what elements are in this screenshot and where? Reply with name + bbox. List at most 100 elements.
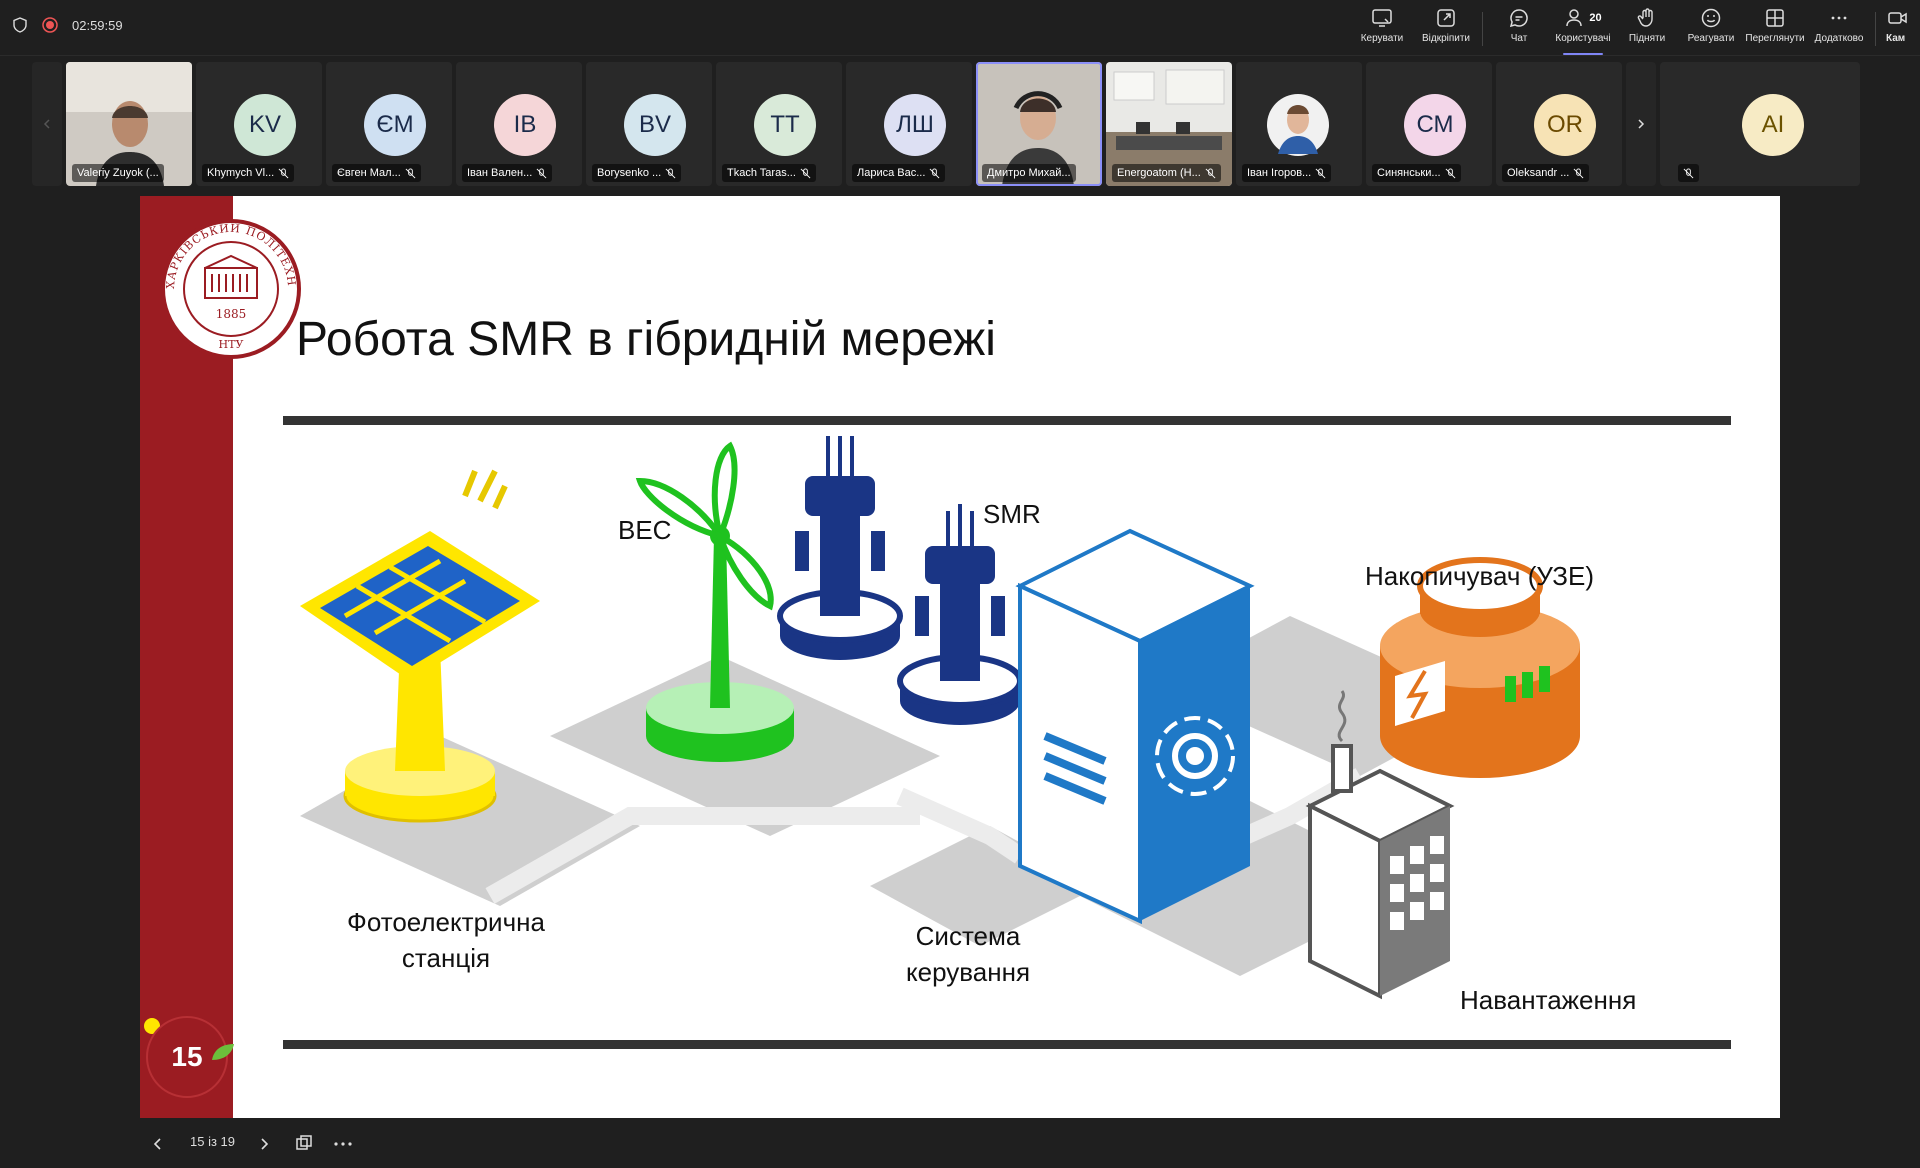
toolbar-divider — [1875, 12, 1876, 46]
mic-off-icon — [929, 167, 940, 178]
mic-off-icon — [1315, 167, 1326, 178]
raise-hand-button[interactable]: Підняти — [1615, 6, 1679, 52]
avatar: ЄМ — [364, 94, 426, 156]
participant-tile[interactable]: СМ Синянськи... — [1366, 62, 1492, 186]
label-solar: Фотоелектрична станція — [347, 907, 545, 973]
emoji-icon — [1701, 8, 1721, 28]
participant-tile[interactable]: KV Khymych Vl... — [196, 62, 322, 186]
more-icon[interactable] — [332, 1134, 354, 1154]
participant-name: Іван Ігоров... — [1242, 164, 1332, 182]
chevron-left-icon[interactable] — [150, 1136, 166, 1152]
avatar: ЛШ — [884, 94, 946, 156]
participant-name: Energoatom (Н... — [1112, 164, 1221, 182]
participant-tile[interactable]: Valeriy Zuyok (... — [66, 62, 192, 186]
shield-icon — [13, 17, 27, 33]
participant-name: Лариса Вас... — [852, 164, 946, 182]
more-icon — [1831, 16, 1847, 20]
people-icon — [1566, 9, 1583, 27]
avatar: OR — [1534, 94, 1596, 156]
people-button[interactable]: 20 Користувачі — [1551, 6, 1615, 55]
avatar: BV — [624, 94, 686, 156]
mic-off-icon — [278, 167, 289, 178]
recording-icon — [42, 17, 58, 33]
view-grid-icon — [1766, 9, 1784, 27]
presentation-controls: 15 із 19 — [0, 1118, 1920, 1168]
mic-off-icon — [1573, 167, 1584, 178]
participant-name: Іван Вален... — [462, 164, 553, 182]
more-button[interactable]: Додатково — [1807, 6, 1871, 52]
control-system-icon — [1015, 528, 1255, 925]
slide-divider-top — [283, 416, 1731, 425]
view-button[interactable]: Переглянути — [1743, 6, 1807, 52]
popout-button[interactable]: Відкріпити — [1414, 6, 1478, 52]
participants-count: 20 — [1589, 12, 1602, 24]
participant-tile[interactable]: ІВ Іван Вален... — [456, 62, 582, 186]
camera-button[interactable]: Кам — [1880, 6, 1920, 52]
wind-turbine-icon — [635, 441, 794, 762]
label-wind: ВЕС — [618, 515, 672, 545]
slides-grid-icon[interactable] — [294, 1134, 314, 1154]
share-button[interactable]: Керувати — [1350, 6, 1414, 52]
strip-next-button[interactable] — [1626, 62, 1656, 186]
participant-tile[interactable]: ЄМ Євген Мал... — [326, 62, 452, 186]
mic-off-icon — [1683, 167, 1694, 178]
participant-tile[interactable]: OR Oleksandr ... — [1496, 62, 1622, 186]
slide-title: Робота SMR в гібридній мережі — [296, 313, 996, 366]
label-smr: SMR — [983, 499, 1041, 529]
participant-tile[interactable]: ЛШ Лариса Вас... — [846, 62, 972, 186]
mic-off-icon — [1205, 167, 1216, 178]
label-load: Навантаження — [1460, 985, 1637, 1015]
popout-icon — [1437, 9, 1455, 27]
chevron-left-icon — [43, 119, 50, 129]
avatar: ІВ — [494, 94, 556, 156]
toolbar-actions: Керувати Відкріпити Чат 20 Користувачі П… — [1350, 6, 1920, 55]
participant-name: Valeriy Zuyok (... — [72, 164, 164, 182]
label-control-system: Система керування — [905, 921, 1031, 987]
participant-tile[interactable]: Іван Ігоров... — [1236, 62, 1362, 186]
mic-off-icon — [665, 167, 676, 178]
mic-off-icon — [536, 167, 547, 178]
toolbar-divider — [1482, 12, 1483, 46]
participant-name: Дмитро Михай... — [982, 164, 1076, 182]
slide-divider-bottom — [283, 1040, 1731, 1049]
camera-icon — [1888, 12, 1907, 24]
avatar: KV — [234, 94, 296, 156]
participant-tile-selected[interactable]: Дмитро Михай... — [976, 62, 1102, 186]
react-button[interactable]: Реагувати — [1679, 6, 1743, 52]
strip-prev-button[interactable] — [32, 62, 62, 186]
participant-name: Khymych Vl... — [202, 164, 295, 182]
shared-slide: ХАРКІВСЬКИЙ ПОЛІТЕХНІЧНИЙ ІНСТИТУТ 1885 … — [140, 196, 1780, 1118]
participant-name: Oleksandr ... — [1502, 164, 1590, 182]
page-indicator: 15 із 19 — [190, 1134, 235, 1149]
chat-icon — [1509, 9, 1528, 28]
avatar: TT — [754, 94, 816, 156]
svg-text:НТУ: НТУ — [219, 338, 244, 351]
mic-off-icon — [405, 167, 416, 178]
chat-button[interactable]: Чат — [1487, 6, 1551, 52]
university-logo: ХАРКІВСЬКИЙ ПОЛІТЕХНІЧНИЙ ІНСТИТУТ 1885 … — [160, 218, 301, 359]
mic-off-icon — [800, 167, 811, 178]
chevron-right-icon[interactable] — [256, 1136, 272, 1152]
participant-tile[interactable]: TT Tkach Taras... — [716, 62, 842, 186]
participant-name: Синянськи... — [1372, 164, 1461, 182]
leaf-icon — [212, 1044, 234, 1060]
chevron-right-icon — [1638, 119, 1645, 129]
participant-name: Borysenko ... — [592, 164, 682, 182]
participant-name: Євген Мал... — [332, 164, 421, 182]
self-tile[interactable]: AI — [1660, 62, 1860, 186]
mic-off-icon — [1445, 167, 1455, 178]
participant-name — [1678, 164, 1699, 182]
meeting-top-bar: 02:59:59 Керувати Відкріпити Чат 20 Кори… — [0, 0, 1920, 56]
share-screen-icon — [1372, 9, 1392, 27]
meeting-timer: 02:59:59 — [72, 17, 123, 33]
avatar: AI — [1742, 94, 1804, 156]
svg-text:1885: 1885 — [216, 307, 247, 321]
participant-name: Tkach Taras... — [722, 164, 816, 182]
smr-reactor-icon — [897, 504, 1023, 725]
participant-tile[interactable]: BV Borysenko ... — [586, 62, 712, 186]
meeting-status: 02:59:59 — [12, 17, 123, 33]
participant-tile[interactable]: Energoatom (Н... — [1106, 62, 1232, 186]
participants-strip: Valeriy Zuyok (... KV Khymych Vl... ЄМ Є… — [0, 60, 1920, 188]
label-storage: Накопичувач (УЗЕ) — [1365, 561, 1594, 591]
raise-hand-icon — [1637, 8, 1653, 27]
